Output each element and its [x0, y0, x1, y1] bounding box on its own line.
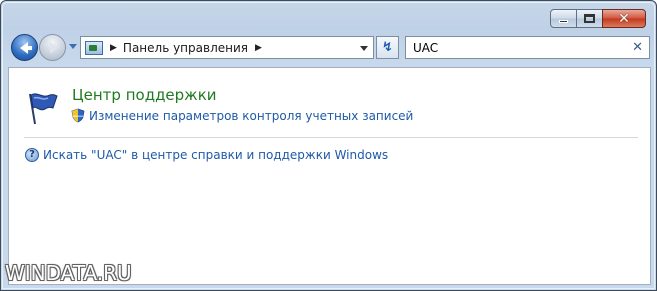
result-title-link[interactable]: Центр поддержки — [72, 86, 217, 104]
search-input-value[interactable]: UAC — [413, 41, 438, 55]
address-dropdown-chevron-down-icon[interactable] — [360, 46, 368, 51]
help-icon: ? — [25, 148, 39, 162]
recent-pages-chevron-down-icon[interactable] — [69, 44, 77, 49]
close-button[interactable]: ✕ — [602, 9, 646, 28]
control-panel-icon — [85, 40, 103, 55]
watermark: WINDATA.RU — [5, 261, 132, 285]
clear-search-icon[interactable]: ✕ — [632, 40, 643, 55]
help-search-row[interactable]: ? Искать "UAC" в центре справки и поддер… — [25, 148, 388, 162]
forward-button[interactable] — [39, 34, 66, 61]
search-help-link[interactable]: Искать "UAC" в центре справки и поддержк… — [43, 148, 388, 162]
explorer-window: ✕ ▶ Панель управления ▶ ↯ UAC ✕ Центр по… — [0, 0, 657, 291]
breadcrumb-separator-trailing[interactable]: ▶ — [255, 43, 262, 53]
divider — [24, 137, 638, 138]
navigation-bar: ▶ Панель управления ▶ ↯ UAC ✕ — [9, 34, 650, 62]
maximize-icon — [584, 14, 595, 23]
search-results-pane: Центр поддержки Изменение параметров кон… — [8, 67, 651, 285]
minimize-icon — [559, 20, 568, 23]
uac-shield-icon — [71, 108, 85, 123]
search-input[interactable]: UAC ✕ — [405, 36, 650, 59]
refresh-button[interactable]: ↯ — [376, 36, 399, 59]
result-task[interactable]: Изменение параметров контроля учетных за… — [71, 108, 413, 123]
forward-arrow-icon — [49, 41, 58, 54]
maximize-button[interactable] — [576, 9, 603, 28]
minimize-button[interactable] — [550, 9, 577, 28]
caption-buttons: ✕ — [550, 9, 646, 28]
back-button[interactable] — [11, 34, 38, 61]
back-arrow-icon — [19, 41, 32, 54]
close-icon: ✕ — [618, 10, 630, 27]
change-uac-settings-link[interactable]: Изменение параметров контроля учетных за… — [89, 109, 413, 123]
flag-icon — [29, 93, 58, 125]
address-bar[interactable]: ▶ Панель управления ▶ — [80, 36, 374, 59]
breadcrumb-control-panel[interactable]: Панель управления — [123, 41, 248, 55]
refresh-icon: ↯ — [382, 40, 393, 55]
breadcrumb-separator[interactable]: ▶ — [110, 43, 117, 53]
